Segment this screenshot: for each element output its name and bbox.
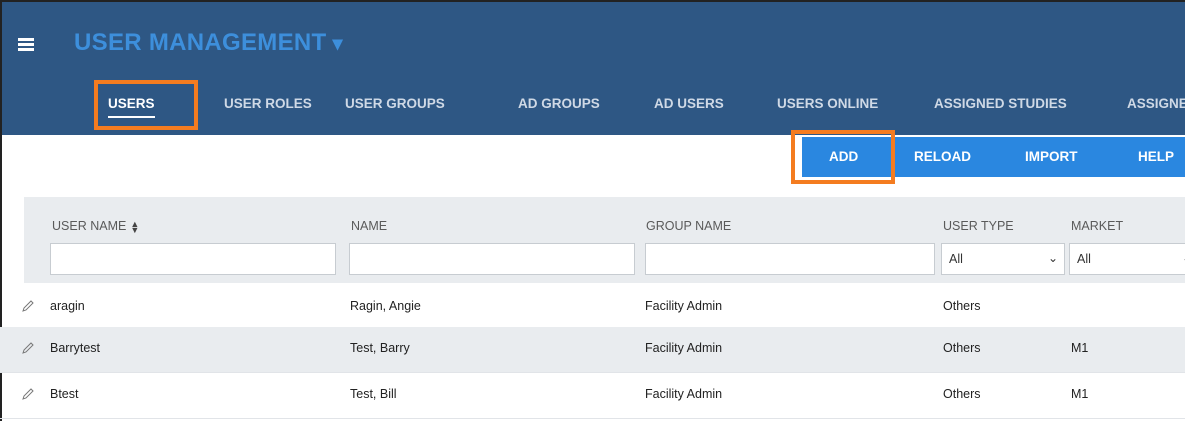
cell-user-type: Others: [943, 341, 981, 355]
app-title-dropdown[interactable]: USER MANAGEMENT ▾: [74, 29, 343, 57]
cell-group-name: Facility Admin: [645, 299, 723, 313]
cell-name: Test, Bill: [350, 387, 397, 401]
tab-ad-users[interactable]: AD USERS: [654, 84, 724, 124]
cell-user-type: Others: [943, 387, 981, 401]
reload-button[interactable]: RELOAD: [914, 137, 971, 177]
edit-pencil-icon[interactable]: [21, 299, 35, 313]
tab-users[interactable]: USERS: [108, 84, 155, 124]
cell-user-type: Others: [943, 299, 981, 313]
edit-pencil-icon[interactable]: [21, 387, 35, 401]
tab-ad-groups[interactable]: AD GROUPS: [518, 84, 600, 124]
column-header-user-name[interactable]: USER NAME ▲ ▼: [52, 219, 139, 234]
name-filter-input[interactable]: [349, 243, 635, 275]
import-button[interactable]: IMPORT: [1025, 137, 1078, 177]
app-title-text: USER MANAGEMENT: [74, 29, 327, 56]
group-name-filter-input[interactable]: [645, 243, 935, 275]
tab-bar: USERS USER ROLES USER GROUPS AD GROUPS A…: [2, 84, 1185, 124]
table-row[interactable]: Btest Test, Bill Facility Admin Others M…: [0, 373, 1185, 419]
hamburger-menu-icon[interactable]: [18, 38, 34, 52]
edit-pencil-icon[interactable]: [21, 341, 35, 355]
tab-users-online[interactable]: USERS ONLINE: [777, 84, 878, 124]
cell-market: M1: [1071, 387, 1089, 401]
sort-both-icon[interactable]: ▲ ▼: [130, 219, 139, 234]
user-name-filter-input[interactable]: [50, 243, 336, 275]
action-strip: [802, 137, 1185, 177]
top-navigation-bar: USER MANAGEMENT ▾ USERS USER ROLES USER G…: [2, 2, 1185, 135]
tab-assigned-overflow[interactable]: ASSIGNE: [1127, 84, 1185, 124]
help-button[interactable]: HELP: [1138, 137, 1174, 177]
table-header: USER NAME ▲ ▼ NAME GROUP NAME USER TYPE MA…: [24, 197, 1185, 283]
cell-market: M1: [1071, 341, 1089, 355]
column-header-user-type[interactable]: USER TYPE: [943, 219, 1014, 233]
cell-name: Test, Barry: [350, 341, 410, 355]
cell-user-name: Btest: [50, 387, 79, 401]
cell-user-name: aragin: [50, 299, 85, 313]
add-button[interactable]: ADD: [829, 137, 858, 177]
user-type-filter-value: All: [949, 252, 963, 266]
tab-user-roles[interactable]: USER ROLES: [224, 84, 312, 124]
tab-assigned-studies[interactable]: ASSIGNED STUDIES: [934, 84, 1067, 124]
column-header-market[interactable]: MARKET: [1071, 219, 1123, 233]
column-header-name[interactable]: NAME: [351, 219, 387, 233]
column-header-group-name[interactable]: GROUP NAME: [646, 219, 731, 233]
cell-group-name: Facility Admin: [645, 341, 723, 355]
tab-user-groups[interactable]: USER GROUPS: [345, 84, 445, 124]
action-bar: ADD RELOAD IMPORT HELP: [2, 135, 1185, 185]
chevron-down-icon: ▾: [332, 33, 343, 55]
table-row[interactable]: aragin Ragin, Angie Facility Admin Other…: [0, 285, 1185, 331]
cell-group-name: Facility Admin: [645, 387, 723, 401]
chevron-down-icon: ⌄: [1047, 251, 1058, 265]
table-row[interactable]: Barrytest Test, Barry Facility Admin Oth…: [0, 327, 1185, 373]
cell-user-name: Barrytest: [50, 341, 101, 355]
market-filter-select[interactable]: All ⌄: [1069, 243, 1185, 275]
market-filter-value: All: [1077, 252, 1091, 266]
user-type-filter-select[interactable]: All ⌄: [941, 243, 1065, 275]
cell-name: Ragin, Angie: [350, 299, 421, 313]
